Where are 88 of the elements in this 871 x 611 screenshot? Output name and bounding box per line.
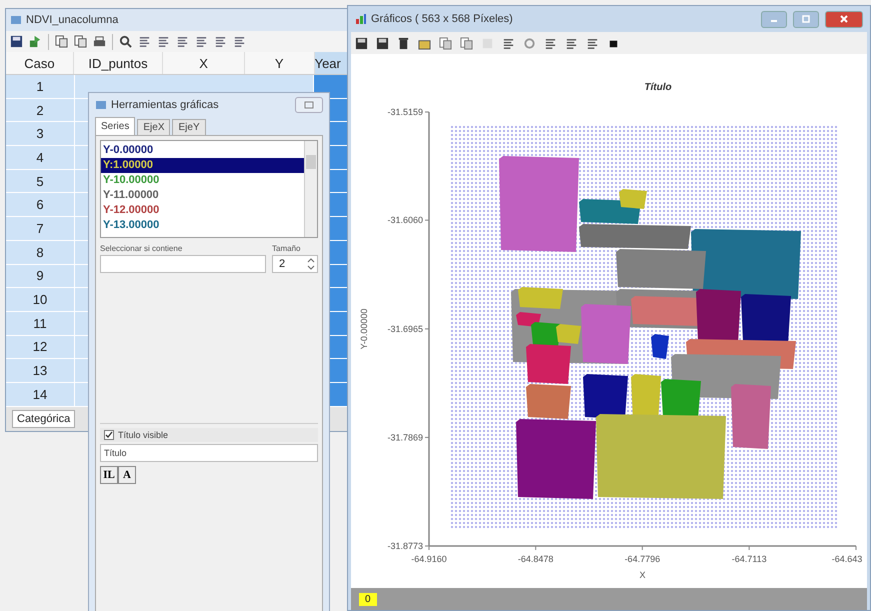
tick-label: -31.8773 — [387, 541, 423, 551]
tab[interactable]: EjeY — [172, 119, 206, 135]
close-button[interactable] — [825, 10, 863, 28]
series-row[interactable]: Y-13.00000 — [101, 218, 304, 233]
table-cell: 1 — [6, 75, 75, 98]
series-label: Y-10.00000 — [103, 174, 160, 186]
save-icon[interactable] — [376, 36, 389, 50]
title-visible-checkbox[interactable]: Título visible — [100, 428, 318, 442]
column-header[interactable]: Caso — [6, 52, 74, 74]
status-value: 0 — [359, 592, 377, 606]
chart-title: Título — [644, 82, 672, 93]
table-cell: 13 — [6, 359, 75, 382]
tick-label: -64.8478 — [518, 554, 554, 564]
window-title: Gráficos ( 563 x 568 Píxeles) — [371, 13, 513, 25]
series-label: Y-11.00000 — [103, 189, 159, 201]
table-cell: 7 — [6, 217, 75, 240]
series-label: Y:1.00000 — [103, 159, 153, 171]
series-label: Y-13.00000 — [103, 219, 160, 231]
text-lines-icon[interactable] — [157, 35, 170, 48]
field-label: Seleccionar si contiene — [100, 244, 184, 253]
text-lines-icon[interactable] — [586, 36, 599, 50]
table-cell: 6 — [6, 193, 75, 216]
series-row[interactable]: Y-10.00000 — [101, 173, 304, 188]
scrollbar[interactable] — [304, 141, 317, 237]
copy-icon[interactable] — [55, 35, 68, 48]
series-row[interactable]: Y-0.00000 — [101, 143, 304, 158]
window-title: NDVI_unacolumna — [26, 14, 118, 26]
chart-icon — [355, 13, 367, 25]
text-lines-icon[interactable] — [195, 35, 208, 48]
close-icon — [839, 15, 849, 23]
text-lines-icon[interactable] — [176, 35, 189, 48]
app-icon — [95, 99, 107, 111]
text-lines-icon[interactable] — [233, 35, 246, 48]
series-label: Y-0.00000 — [103, 144, 154, 156]
window-icon — [304, 101, 314, 109]
tab[interactable]: EjeX — [137, 119, 170, 135]
tick-label: -64.7113 — [732, 554, 767, 564]
export-icon[interactable] — [29, 35, 42, 48]
dialog-title: Herramientas gráficas — [111, 99, 219, 111]
table-cell: 14 — [6, 382, 75, 406]
tab[interactable]: Series — [95, 117, 136, 135]
app-icon — [10, 14, 22, 26]
tick-label: -31.7869 — [387, 432, 423, 442]
trash-icon[interactable] — [397, 36, 410, 50]
tick-label: -64.7796 — [624, 554, 660, 564]
column-header[interactable]: Year — [314, 52, 349, 74]
table-cell: 5 — [6, 170, 75, 192]
table-cell: 9 — [6, 264, 75, 288]
title-field[interactable]: Título — [100, 444, 318, 462]
text-lines-icon[interactable] — [544, 36, 557, 50]
table-cell: 10 — [6, 288, 75, 311]
text-lines-icon[interactable] — [138, 35, 151, 48]
table-cell: 3 — [6, 122, 75, 146]
text-lines-icon[interactable] — [214, 35, 227, 48]
table-cell: 11 — [6, 312, 75, 335]
save-icon[interactable] — [355, 36, 368, 50]
close-button[interactable] — [295, 97, 323, 113]
field-label: Tamaño — [272, 244, 302, 253]
column-header[interactable]: ID_puntos — [74, 52, 164, 74]
table-cell: 4 — [6, 146, 75, 169]
checkbox-icon — [104, 430, 114, 440]
table-cell: 8 — [6, 240, 75, 264]
tick-label: -31.6965 — [387, 324, 423, 334]
series-row[interactable]: Y-11.00000 — [101, 188, 304, 203]
tick-label: -64.643 — [832, 554, 862, 564]
maximize-icon — [801, 15, 811, 23]
column-header[interactable]: X — [163, 52, 245, 74]
copy-icon[interactable] — [439, 36, 452, 50]
series-row[interactable]: Y:1.00000 — [101, 158, 304, 173]
contains-field[interactable] — [100, 255, 266, 273]
tick-label: -64.9160 — [411, 554, 447, 564]
tick-label: -31.5159 — [387, 107, 423, 117]
tick-label: -31.6060 — [387, 215, 423, 226]
sheet-tab[interactable]: Categórica — [12, 410, 76, 428]
save-icon[interactable] — [10, 35, 23, 48]
series-row[interactable]: Y-12.00000 — [101, 203, 304, 218]
find-icon[interactable] — [119, 35, 132, 48]
table-cell: 12 — [6, 336, 75, 358]
format-button[interactable]: A — [118, 466, 136, 484]
axis-label: Y-0.00000 — [359, 308, 369, 350]
axis-label: X — [640, 570, 646, 580]
text-lines-icon[interactable] — [565, 36, 578, 50]
list-icon[interactable] — [502, 36, 515, 50]
print-icon[interactable] — [93, 35, 106, 48]
table-cell: 2 — [6, 98, 75, 122]
series-label: Y-12.00000 — [103, 204, 160, 216]
size-spinner[interactable]: 2 — [272, 255, 318, 273]
format-button[interactable]: IL — [100, 466, 118, 484]
